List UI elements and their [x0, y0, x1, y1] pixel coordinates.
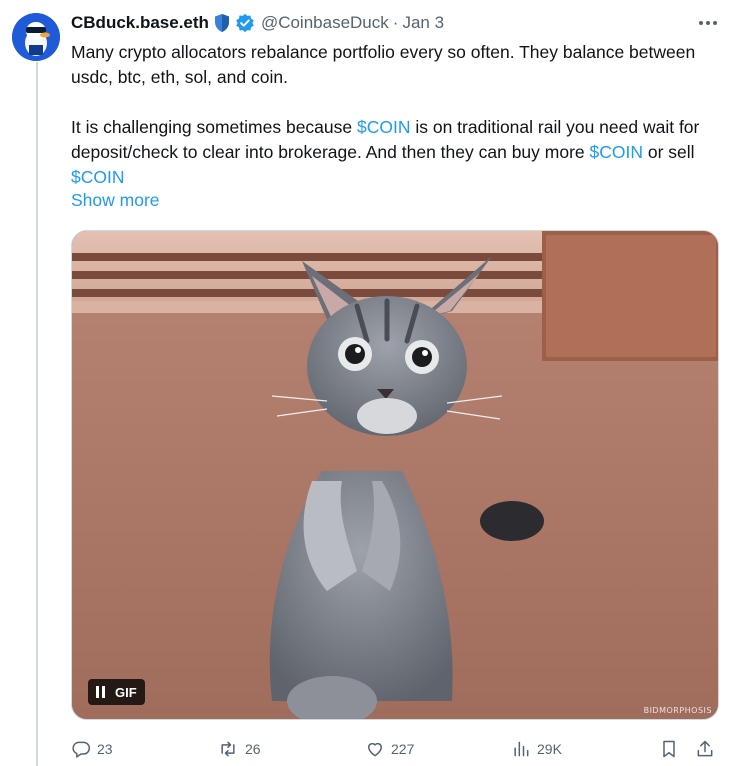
retweet-button[interactable]: 26 [217, 739, 261, 759]
display-name[interactable]: CBduck.base.eth [71, 13, 209, 33]
views-button[interactable]: 29K [511, 739, 562, 759]
gif-label: GIF [115, 684, 137, 700]
text-segment: It is challenging sometimes because [71, 117, 357, 137]
like-button[interactable]: 227 [365, 739, 414, 759]
avatar[interactable] [12, 13, 60, 61]
share-button[interactable] [695, 739, 721, 759]
tweet-header: CBduck.base.eth @CoinbaseDuck · Jan 3 [71, 11, 721, 35]
reply-icon [72, 741, 91, 758]
shield-icon [213, 13, 231, 33]
cashtag-link[interactable]: $COIN [357, 117, 410, 137]
text-segment: or sell [643, 142, 695, 162]
cashtag-link[interactable]: $COIN [590, 142, 643, 162]
separator-dot: · [392, 13, 399, 32]
like-count: 227 [391, 741, 415, 757]
views-icon [514, 741, 529, 757]
gif-badge[interactable]: GIF [88, 679, 145, 705]
bookmark-icon [663, 740, 675, 758]
verified-badge-icon[interactable] [235, 13, 255, 33]
watermark: BIDMORPHOSIS [643, 706, 712, 715]
retweet-count: 26 [245, 741, 261, 757]
show-more-link[interactable]: Show more [71, 190, 160, 211]
tweet-date[interactable]: Jan 3 [402, 13, 444, 33]
tweet-text: Many crypto allocators rebalance portfol… [71, 40, 721, 190]
reply-count: 23 [97, 741, 113, 757]
action-bar: 23 26 227 29K [71, 735, 721, 763]
heart-icon [368, 742, 382, 757]
pause-icon[interactable] [96, 686, 105, 698]
cat-gif-image [72, 231, 718, 719]
tweet-paragraph-1: Many crypto allocators rebalance portfol… [71, 42, 696, 87]
thread-line [36, 62, 38, 766]
tweet-paragraph-2: It is challenging sometimes because $COI… [71, 115, 721, 190]
retweet-icon [221, 741, 235, 757]
bookmark-button[interactable] [659, 739, 685, 759]
user-handle[interactable]: @CoinbaseDuck [261, 13, 389, 33]
gif-media[interactable]: GIF BIDMORPHOSIS [71, 230, 719, 720]
more-options-icon[interactable] [697, 13, 719, 33]
cashtag-link[interactable]: $COIN [71, 167, 124, 187]
reply-button[interactable]: 23 [71, 739, 113, 759]
share-icon [697, 740, 713, 757]
views-count: 29K [537, 741, 562, 757]
duck-avatar-icon [12, 13, 60, 61]
